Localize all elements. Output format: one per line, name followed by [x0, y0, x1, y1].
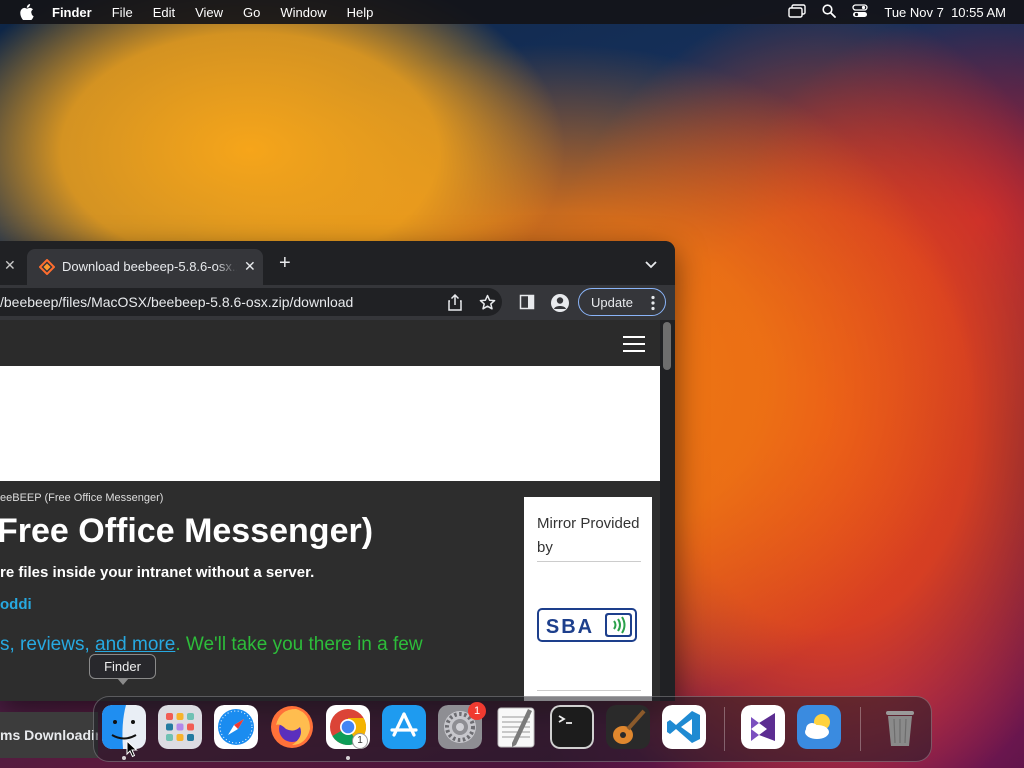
weather-icon[interactable] [797, 705, 841, 749]
menu-view[interactable]: View [195, 5, 223, 20]
ad-banner-area [0, 366, 660, 481]
web-page: eeBEEP (Free Office Messenger) Free Offi… [0, 320, 660, 701]
app-store-icon[interactable] [382, 705, 426, 749]
menubar-clock[interactable]: Tue Nov 7 10:55 AM [884, 5, 1006, 20]
launchpad-icon[interactable] [158, 705, 202, 749]
spotlight-search-icon[interactable] [822, 3, 837, 21]
menu-help[interactable]: Help [347, 5, 374, 20]
share-icon[interactable] [447, 293, 463, 316]
close-tab-icon[interactable]: ✕ [4, 257, 16, 274]
promo-link[interactable]: and more [95, 634, 175, 655]
chevron-down-icon[interactable] [644, 257, 658, 275]
side-panel-icon[interactable] [519, 294, 535, 315]
more-vert-icon[interactable] [651, 295, 655, 314]
address-bar-url[interactable]: /beebeep/files/MacOSX/beebeep-5.8.6-osx.… [0, 294, 353, 310]
safari-icon[interactable] [214, 705, 258, 749]
project-tagline: re files inside your intranet without a … [0, 564, 315, 581]
sourceforge-icon [38, 258, 56, 280]
redirect-message: s, reviews, and more. We'll take you the… [0, 634, 423, 656]
dock-separator [724, 707, 725, 751]
scrollbar-thumb[interactable] [663, 322, 671, 370]
tab-strip: ✕ Download beebeep-5.8.6-osx.zip ✕ + [0, 241, 675, 285]
garageband-icon[interactable] [606, 705, 650, 749]
sba-logo-text: SBA [546, 616, 594, 638]
update-label: Update [591, 294, 633, 310]
chrome-window: ✕ Download beebeep-5.8.6-osx.zip ✕ + /be… [0, 241, 675, 701]
screen-mirroring-icon[interactable] [788, 3, 807, 21]
visual-studio-icon[interactable] [741, 705, 785, 749]
chrome-running-indicator [346, 756, 350, 760]
scrollbar-track[interactable] [660, 320, 675, 701]
control-center-icon[interactable] [852, 3, 869, 21]
chrome-download-badge: 1 [352, 733, 368, 749]
page-title: Free Office Messenger) [0, 512, 374, 550]
address-bar[interactable]: /beebeep/files/MacOSX/beebeep-5.8.6-osx.… [0, 288, 502, 316]
vscode-icon[interactable] [662, 705, 706, 749]
dock-tooltip: Finder [89, 654, 156, 679]
sba-logo[interactable]: SBA [537, 608, 637, 647]
menu-go[interactable]: Go [243, 5, 260, 20]
update-button[interactable]: Update [578, 288, 666, 316]
promo-text-2: . We'll take you there in a few [175, 634, 423, 655]
browser-toolbar: /beebeep/files/MacOSX/beebeep-5.8.6-osx.… [0, 285, 675, 320]
site-header [0, 320, 660, 366]
trash-icon[interactable] [878, 705, 922, 749]
tab-title: Download beebeep-5.8.6-osx.zip [62, 259, 237, 274]
apple-icon[interactable] [18, 3, 36, 21]
promo-text-1: s, reviews, [0, 634, 96, 655]
menu-edit[interactable]: Edit [153, 5, 175, 20]
author-link[interactable]: oddi [0, 596, 32, 613]
mirror-box: Mirror Provided by SBA [524, 497, 652, 701]
dock: 1 1 [93, 696, 932, 762]
menu-app-name[interactable]: Finder [52, 5, 92, 20]
tooltip-arrow [117, 678, 129, 685]
menu-window[interactable]: Window [280, 5, 326, 20]
breadcrumb[interactable]: eeBEEP (Free Office Messenger) [0, 492, 163, 504]
profile-avatar-icon[interactable] [550, 293, 570, 318]
divider [537, 690, 641, 691]
download-item[interactable]: ms Downloadin [0, 712, 98, 758]
menu-bar: Finder File Edit View Go Window Help Tue… [0, 0, 1024, 24]
terminal-icon[interactable] [550, 705, 594, 749]
close-tab-icon[interactable]: ✕ [244, 258, 256, 275]
system-settings-badge: 1 [468, 702, 486, 720]
new-tab-icon[interactable]: + [279, 253, 291, 273]
menu-file[interactable]: File [112, 5, 133, 20]
mouse-cursor-icon [126, 739, 138, 763]
mirror-label: Mirror Provided by [537, 512, 641, 562]
firefox-icon[interactable] [270, 705, 314, 749]
finder-icon[interactable] [102, 705, 146, 749]
hamburger-menu-icon[interactable] [623, 336, 645, 352]
download-label: ms Downloadin [0, 727, 98, 743]
bookmark-star-icon[interactable] [479, 294, 496, 316]
dock-separator [860, 707, 861, 751]
active-tab[interactable]: Download beebeep-5.8.6-osx.zip ✕ [27, 249, 263, 285]
textedit-icon[interactable] [494, 705, 538, 749]
